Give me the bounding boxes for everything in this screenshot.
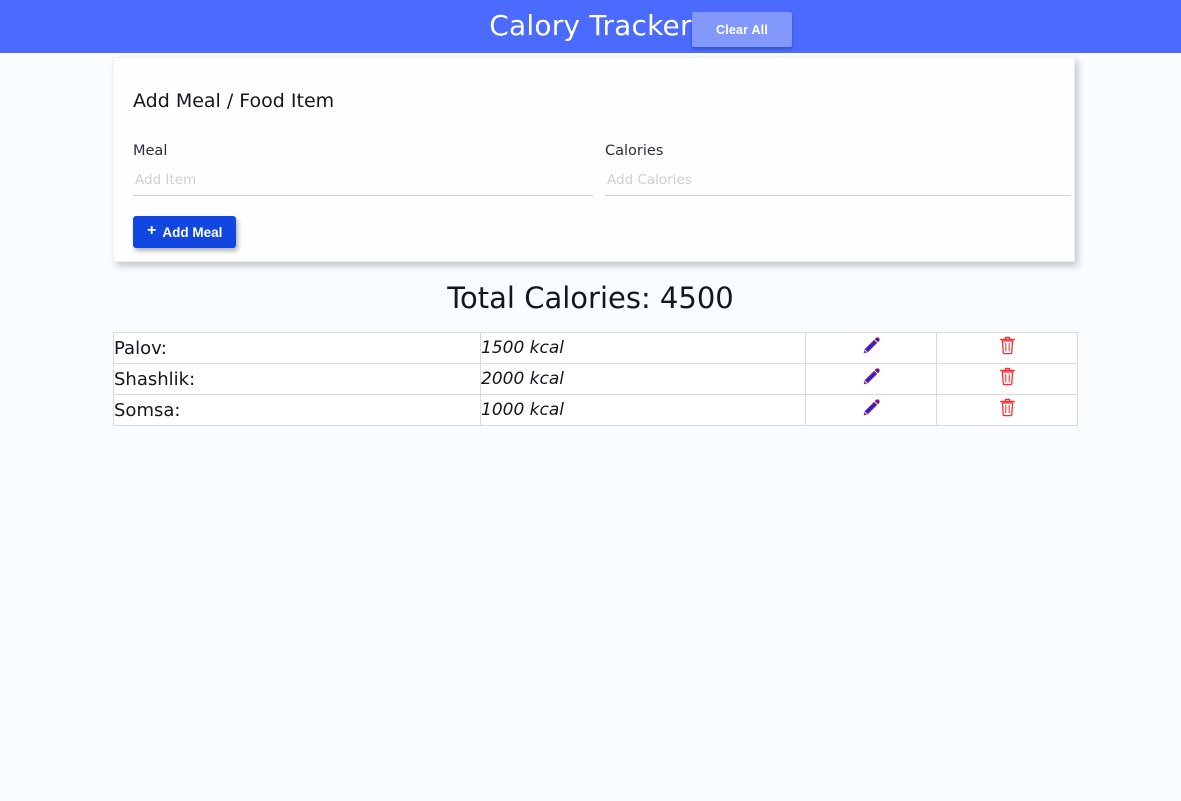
meal-calories-cell: 1000 kcal [480, 394, 806, 426]
meal-delete-cell [936, 394, 1078, 426]
trash-icon [999, 398, 1015, 417]
meal-input[interactable] [133, 170, 593, 196]
pencil-icon [863, 399, 880, 416]
meal-list-body: Palov: 1500 kcal Shashlik: 2000 kcal Som… [113, 332, 1078, 426]
meal-delete-cell [936, 363, 1078, 395]
meal-edit-cell [805, 332, 937, 364]
calories-field-label: Calories [605, 143, 664, 159]
meal-edit-cell [805, 363, 937, 395]
trash-icon [999, 336, 1015, 355]
trash-icon [999, 367, 1015, 386]
meal-list-table: Palov: 1500 kcal Shashlik: 2000 kcal Som… [113, 332, 1078, 426]
pencil-icon [863, 368, 880, 385]
meal-calories-cell: 2000 kcal [480, 363, 806, 395]
edit-meal-button[interactable] [862, 336, 881, 355]
calories-input[interactable] [605, 170, 1071, 196]
total-calories-heading: Total Calories: 4500 [447, 281, 734, 315]
delete-meal-button[interactable] [999, 336, 1016, 355]
calories-field-group: Calories [605, 143, 1071, 196]
clear-all-button[interactable]: Clear All [692, 12, 792, 47]
meal-name-cell: Palov: [113, 332, 481, 364]
meal-field-group: Meal [133, 143, 593, 196]
edit-meal-button[interactable] [862, 398, 881, 417]
table-row: Shashlik: 2000 kcal [113, 363, 1078, 395]
add-meal-button[interactable]: + Add Meal [133, 216, 237, 248]
delete-meal-button[interactable] [999, 398, 1016, 417]
add-meal-button-label: Add Meal [162, 224, 223, 240]
add-meal-card: Add Meal / Food Item Meal Calories + Add… [113, 57, 1075, 262]
delete-meal-button[interactable] [999, 367, 1016, 386]
meal-calories-cell: 1500 kcal [480, 332, 806, 364]
edit-meal-button[interactable] [862, 367, 881, 386]
meal-edit-cell [805, 394, 937, 426]
table-row: Palov: 1500 kcal [113, 332, 1078, 364]
table-row: Somsa: 1000 kcal [113, 394, 1078, 426]
app-header: Calory Tracker Clear All [0, 0, 1181, 53]
app-title: Calory Tracker [489, 8, 692, 42]
pencil-icon [863, 337, 880, 354]
plus-icon: + [147, 222, 157, 239]
meal-field-label: Meal [133, 143, 168, 159]
add-meal-card-heading: Add Meal / Food Item [133, 90, 335, 112]
meal-name-cell: Somsa: [113, 394, 481, 426]
meal-delete-cell [936, 332, 1078, 364]
meal-name-cell: Shashlik: [113, 363, 481, 395]
